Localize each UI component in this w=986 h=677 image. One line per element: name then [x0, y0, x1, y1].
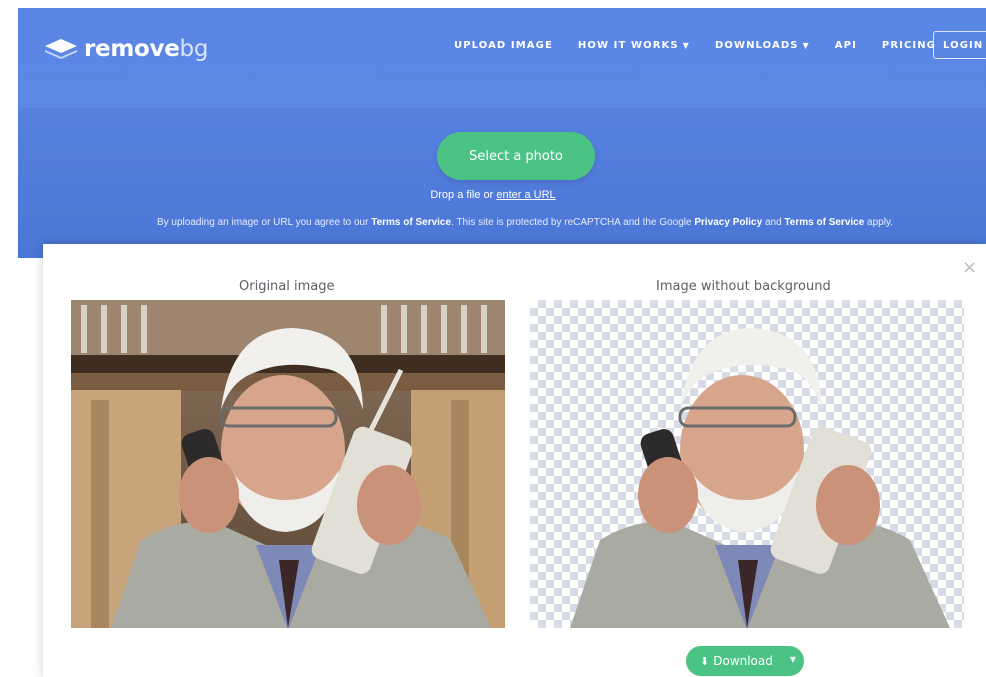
nav-pricing-label: PRICING	[881, 40, 936, 51]
terms-text-4: apply.	[864, 217, 894, 228]
close-icon[interactable]: ×	[962, 257, 977, 278]
original-photo-illustration	[71, 300, 505, 628]
processed-photo-illustration	[570, 328, 950, 628]
original-image	[71, 300, 505, 628]
logo-text: removebg	[84, 36, 208, 62]
select-photo-button[interactable]: Select a photo	[437, 132, 595, 180]
processed-image-title: Image without background	[656, 279, 831, 294]
terms-text-3: and	[762, 217, 785, 228]
google-terms-link[interactable]: Terms of Service	[784, 217, 864, 228]
terms-text-1: By uploading an image or URL you agree t…	[156, 217, 372, 228]
main-nav: UPLOAD IMAGE HOW IT WORKS ▼ DOWNLOADS ▼ …	[454, 40, 961, 51]
processed-image	[530, 300, 964, 628]
terms-notice: By uploading an image or URL you agree t…	[100, 217, 950, 228]
privacy-policy-link[interactable]: Privacy Policy	[694, 217, 762, 228]
enter-url-link[interactable]: enter a URL	[496, 189, 555, 201]
login-button[interactable]: LOGIN	[933, 31, 986, 59]
hero-band	[18, 108, 986, 258]
download-label: Download	[713, 654, 773, 668]
chevron-down-icon: ▼	[802, 41, 810, 50]
original-image-title: Original image	[239, 279, 335, 294]
nav-how-it-works-label: HOW IT WORKS	[577, 40, 679, 51]
nav-downloads-label: DOWNLOADS	[714, 40, 799, 51]
chevron-down-icon[interactable]: ▼	[790, 655, 796, 664]
drop-hint-text: Drop a file or	[430, 189, 497, 201]
download-button[interactable]: ⬇ Download ▼	[686, 646, 804, 676]
terms-text-2: . This site is protected by reCAPTCHA an…	[451, 217, 695, 228]
logo-suffix: bg	[179, 36, 209, 62]
nav-api[interactable]: API	[835, 40, 857, 51]
chevron-down-icon: ▼	[682, 41, 690, 50]
download-icon: ⬇	[700, 654, 710, 668]
logo-diamond-icon	[45, 39, 77, 59]
logo[interactable]: removebg	[44, 36, 208, 62]
terms-of-service-link[interactable]: Terms of Service	[371, 217, 451, 228]
nav-how-it-works[interactable]: HOW IT WORKS ▼	[578, 40, 690, 51]
nav-pricing[interactable]: PRICING	[882, 40, 936, 51]
nav-api-label: API	[834, 40, 857, 51]
nav-upload-image-label: UPLOAD IMAGE	[454, 40, 553, 51]
drop-hint: Drop a file or enter a URL	[0, 189, 986, 201]
nav-downloads[interactable]: DOWNLOADS ▼	[715, 40, 810, 51]
nav-upload-image[interactable]: UPLOAD IMAGE	[454, 40, 553, 51]
logo-word: remove	[84, 36, 180, 62]
